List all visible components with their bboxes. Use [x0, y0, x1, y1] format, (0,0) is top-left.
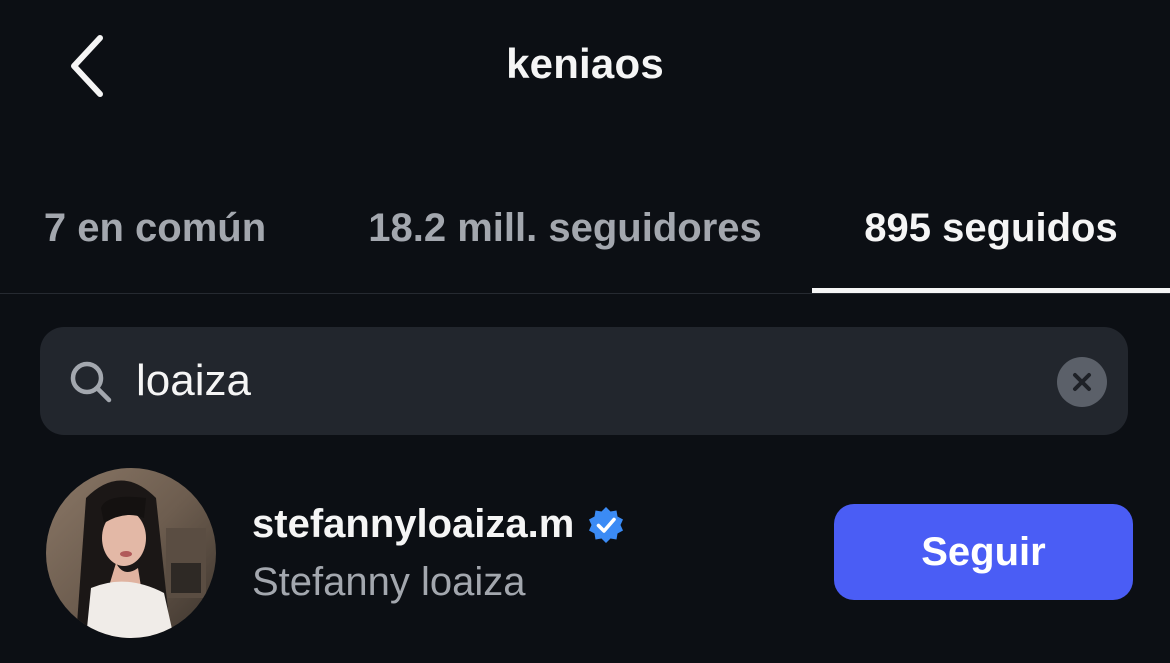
clear-icon — [1073, 373, 1091, 391]
username[interactable]: stefannyloaiza.m — [252, 502, 574, 547]
tab-followers[interactable]: 18.2 mill. seguidores — [320, 180, 810, 293]
active-tab-indicator — [812, 288, 1170, 293]
avatar-image — [46, 468, 216, 638]
full-name: Stefanny loaiza — [252, 560, 526, 604]
avatar[interactable] — [46, 468, 216, 638]
search-icon — [70, 361, 112, 403]
username-line: stefannyloaiza.m — [252, 502, 626, 547]
follow-tabs: 7 en común 18.2 mill. seguidores 895 seg… — [0, 180, 1170, 294]
tab-mutual[interactable]: 7 en común — [0, 180, 310, 293]
search-bar — [40, 327, 1128, 435]
list-item[interactable]: stefannyloaiza.m Stefanny loaiza Seguir — [0, 460, 1170, 650]
clear-search-button[interactable] — [1057, 357, 1107, 407]
follow-button[interactable]: Seguir — [834, 504, 1133, 600]
search-input[interactable] — [136, 351, 1016, 411]
verified-badge-icon — [589, 506, 624, 543]
top-bar: keniaos — [0, 0, 1170, 140]
tab-following[interactable]: 895 seguidos — [812, 180, 1170, 293]
page-title: keniaos — [506, 40, 664, 87]
